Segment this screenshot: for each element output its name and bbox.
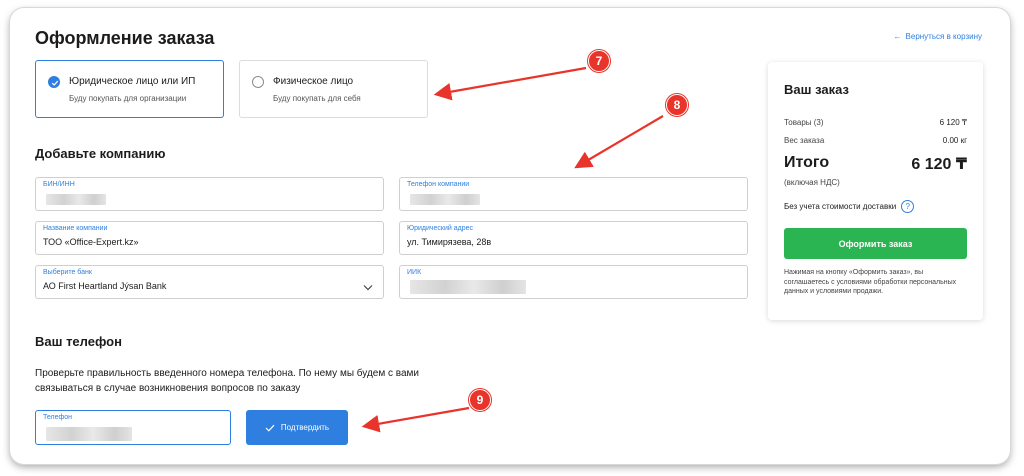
annotation-badge-8: 8	[666, 94, 688, 116]
check-radio-icon[interactable]	[48, 76, 60, 88]
total-label: Итого	[784, 154, 830, 171]
help-icon[interactable]: ?	[901, 200, 915, 213]
phone-section-title: Ваш телефон	[35, 334, 122, 349]
goods-label: Товары (3)	[784, 118, 824, 127]
customer-type-individual-title: Физическое лицо	[273, 76, 354, 87]
company-phone-value-redacted	[410, 194, 480, 205]
bin-value-redacted	[46, 194, 106, 205]
company-phone-label: Телефон компании	[407, 181, 470, 188]
legal-consent-note: Нажимая на кнопку «Оформить заказ», вы с…	[784, 269, 957, 295]
bank-select[interactable]: Выберите банк АО First Heartland Jýsan B…	[35, 265, 384, 299]
annotation-arrow-8	[574, 115, 664, 169]
annotation-badge-9: 9	[469, 389, 491, 411]
phone-section-description: Проверьте правильность введенного номера…	[35, 368, 420, 394]
customer-type-legal-title: Юридическое лицо или ИП	[69, 76, 196, 87]
delivery-note-text: Без учета стоимости доставки	[784, 202, 897, 211]
company-name-field[interactable]: Название компании ТОО «Office-Expert.kz»	[35, 221, 384, 255]
company-section-title: Добавьте компанию	[35, 146, 166, 161]
place-order-button[interactable]: Оформить заказ	[784, 228, 967, 259]
order-summary-card: Ваш заказ Товары (3) 6 120 ₸ Вес заказа …	[768, 62, 983, 320]
goods-value: 6 120 ₸	[939, 118, 967, 127]
company-name-label: Название компании	[43, 225, 108, 232]
weight-label: Вес заказа	[784, 136, 825, 145]
vat-note: (включая НДС)	[784, 178, 840, 187]
customer-type-individual-subtitle: Буду покупать для себя	[273, 94, 361, 103]
weight-row: Вес заказа 0.00 кг	[784, 136, 967, 145]
legal-address-field[interactable]: Юридический адрес ул. Тимирязева, 28в	[399, 221, 748, 255]
bank-label: Выберите банк	[43, 269, 92, 276]
phone-field[interactable]: Телефон	[35, 410, 231, 445]
total-value: 6 120 ₸	[911, 156, 967, 173]
page-title: Оформление заказа	[35, 28, 215, 48]
phone-label: Телефон	[43, 414, 73, 421]
customer-type-legal-subtitle: Буду покупать для организации	[69, 94, 187, 103]
weight-value: 0.00 кг	[942, 136, 967, 145]
company-phone-field[interactable]: Телефон компании	[399, 177, 748, 211]
iik-field[interactable]: ИИК	[399, 265, 748, 299]
bin-label: БИН/ИНН	[43, 181, 75, 188]
customer-type-legal[interactable]: Юридическое лицо или ИП Буду покупать дл…	[35, 60, 224, 118]
back-to-cart-link[interactable]: ← Вернуться в корзину	[894, 32, 982, 41]
radio-unchecked-icon[interactable]	[252, 76, 264, 88]
annotation-arrow-7	[433, 66, 587, 101]
confirm-phone-label: Подтвердить	[280, 423, 330, 432]
customer-type-individual[interactable]: Физическое лицо Буду покупать для себя	[239, 60, 428, 118]
confirm-phone-button[interactable]: Подтвердить	[246, 410, 348, 445]
total-row: Итого 6 120 ₸	[784, 154, 967, 174]
arrow-left-icon: ←	[893, 32, 902, 41]
phone-value-redacted	[46, 427, 132, 441]
checkout-window: Оформление заказа ← Вернуться в корзину …	[10, 8, 1010, 464]
delivery-note: Без учета стоимости доставки ?	[784, 200, 915, 213]
legal-address-value: ул. Тимирязева, 28в	[407, 237, 492, 247]
company-name-value: ТОО «Office-Expert.kz»	[43, 237, 139, 247]
iik-label: ИИК	[407, 269, 422, 276]
annotation-badge-7: 7	[588, 50, 610, 72]
annotation-arrow-9	[361, 406, 470, 433]
iik-value-redacted	[410, 280, 526, 294]
bin-field[interactable]: БИН/ИНН	[35, 177, 384, 211]
legal-address-label: Юридический адрес	[407, 225, 474, 232]
bank-value: АО First Heartland Jýsan Bank	[43, 281, 167, 291]
back-to-cart-label: Вернуться в корзину	[905, 32, 982, 41]
check-icon	[265, 424, 275, 432]
chevron-down-icon[interactable]	[363, 278, 373, 296]
order-summary-title: Ваш заказ	[784, 82, 849, 97]
goods-row: Товары (3) 6 120 ₸	[784, 118, 967, 127]
